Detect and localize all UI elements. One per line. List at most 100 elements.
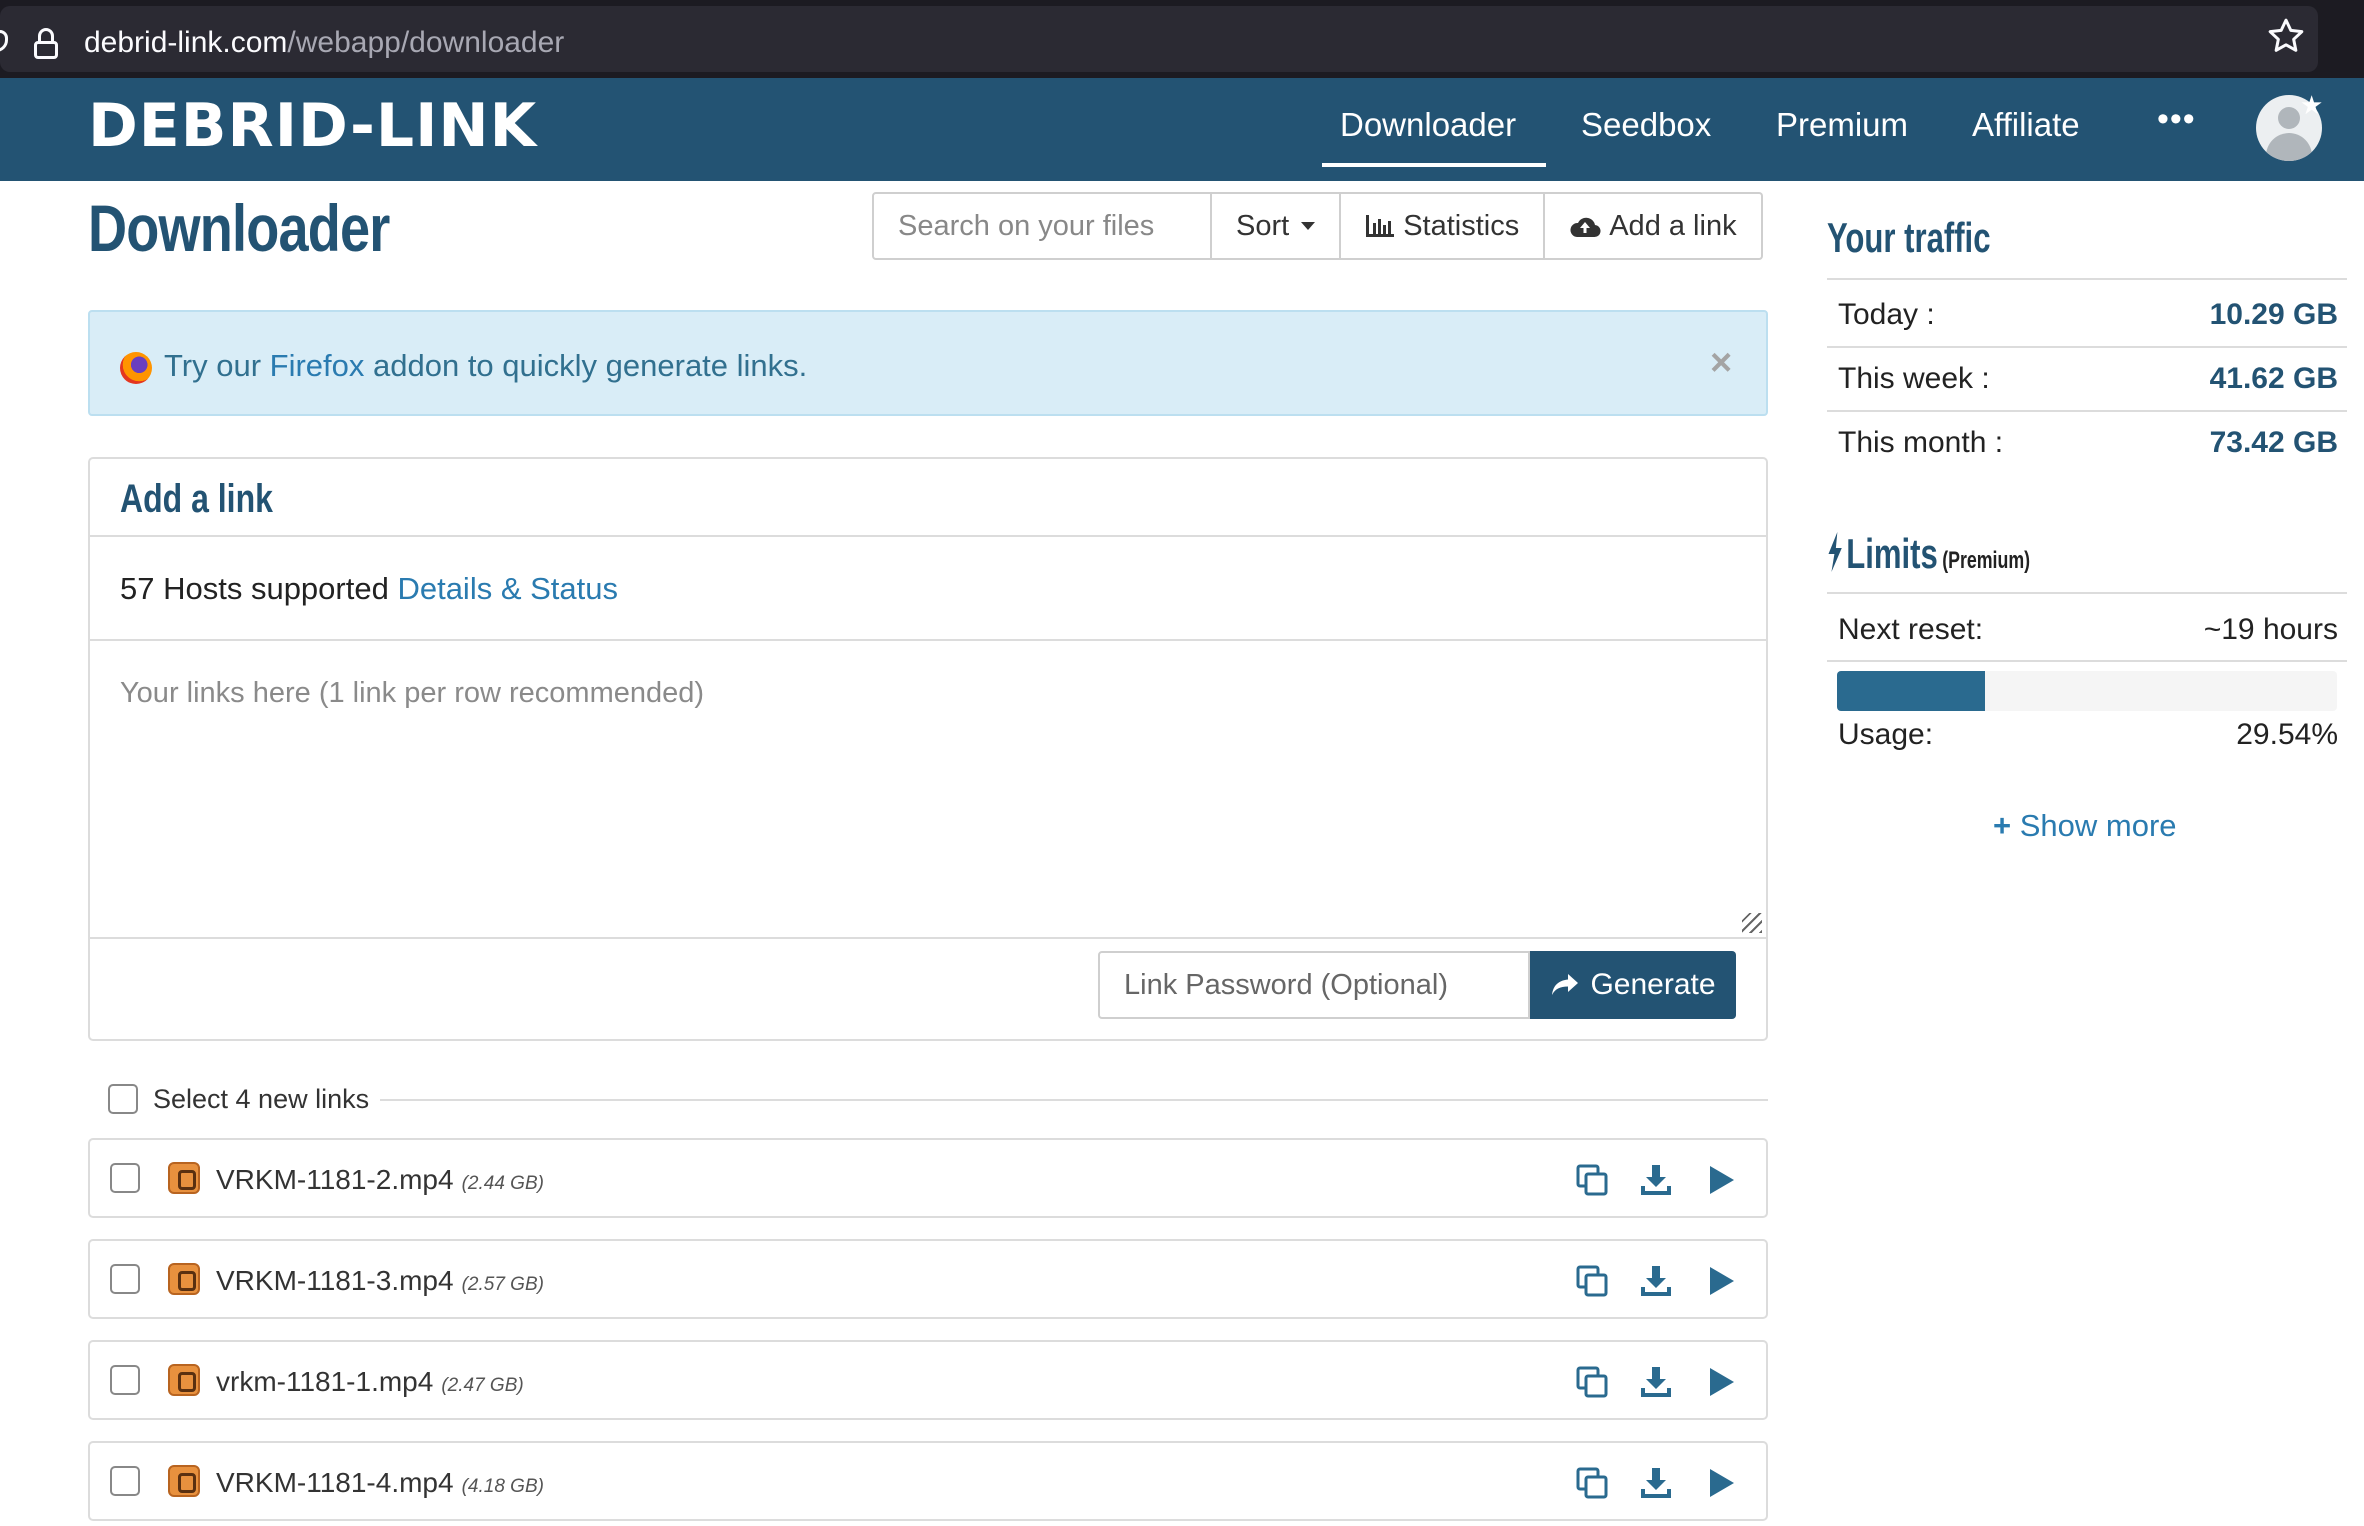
url-path: /webapp/downloader (287, 26, 565, 59)
traffic-week-value: 41.62 GB (2209, 362, 2338, 395)
firefox-addon-alert: Try our Firefox addon to quickly generat… (88, 310, 1768, 416)
play-icon[interactable] (1702, 1162, 1738, 1198)
copy-icon[interactable] (1574, 1465, 1610, 1501)
details-status-link[interactable]: Details & Status (397, 571, 618, 606)
divider (1827, 592, 2347, 594)
show-more-label: Show more (2019, 808, 2177, 843)
file-row: vrkm-1181-1.mp4 (2.47 GB) (88, 1340, 1768, 1420)
file-size: (2.44 GB) (461, 1173, 544, 1194)
play-icon[interactable] (1702, 1465, 1738, 1501)
nav-downloader[interactable]: Downloader (1340, 106, 1516, 144)
add-link-panel: Add a link 57 Hosts supported Details & … (88, 457, 1768, 1041)
file-size: (2.57 GB) (461, 1274, 544, 1295)
file-row: VRKM-1181-2.mp4 (2.44 GB) (88, 1138, 1768, 1218)
traffic-title: Your traffic (1827, 214, 1991, 261)
hosts-text: 57 Hosts supported Details & Status (120, 571, 618, 607)
share-arrow-icon (1552, 974, 1579, 995)
file-row: VRKM-1181-4.mp4 (4.18 GB) (88, 1441, 1768, 1521)
play-icon[interactable] (1702, 1364, 1738, 1400)
divider (1827, 410, 2347, 412)
close-icon[interactable]: × (1710, 342, 1732, 385)
bookmark-star-icon[interactable] (2266, 16, 2306, 56)
statistics-button[interactable]: Statistics (1341, 192, 1546, 260)
sort-button[interactable]: Sort (1212, 192, 1342, 260)
file-checkbox[interactable] (110, 1264, 140, 1294)
traffic-month-label: This month : (1838, 426, 2004, 459)
usage-value: 29.54% (2236, 718, 2338, 751)
limits-title: Limits (Premium) (1827, 530, 2030, 578)
firefox-link[interactable]: Firefox (270, 348, 365, 383)
copy-icon[interactable] (1574, 1263, 1610, 1299)
search-input[interactable] (872, 192, 1212, 260)
downloader-toolbar: Sort Statistics Add a link (872, 192, 1763, 260)
premium-star-icon: ★ (2300, 90, 2324, 120)
url-text[interactable]: debrid-link.com/webapp/downloader (84, 26, 564, 60)
file-host-icon (168, 1263, 200, 1295)
alert-text-after: addon to quickly generate links. (364, 348, 808, 383)
download-icon[interactable] (1638, 1364, 1674, 1400)
page-title: Downloader (88, 191, 390, 265)
next-reset-label: Next reset: (1838, 613, 1984, 646)
select-all-checkbox[interactable] (108, 1084, 138, 1114)
download-icon[interactable] (1638, 1162, 1674, 1198)
file-name-text: VRKM-1181-2.mp4 (216, 1164, 454, 1195)
file-name-text: vrkm-1181-1.mp4 (216, 1366, 434, 1397)
usage-progress-fill (1837, 671, 1985, 711)
file-name[interactable]: VRKM-1181-3.mp4 (2.57 GB) (216, 1265, 544, 1297)
generate-button[interactable]: Generate (1530, 951, 1736, 1019)
browser-toolbar: debrid-link.com/webapp/downloader (0, 0, 2364, 78)
lock-icon[interactable] (34, 28, 58, 60)
file-name-text: VRKM-1181-3.mp4 (216, 1265, 454, 1296)
download-icon[interactable] (1638, 1263, 1674, 1299)
url-domain: debrid-link.com (84, 26, 288, 59)
alert-text-before: Try our (164, 348, 270, 383)
file-checkbox[interactable] (110, 1365, 140, 1395)
nav-premium[interactable]: Premium (1776, 106, 1908, 144)
cloud-upload-icon (1570, 217, 1601, 238)
lightning-icon (1828, 532, 1842, 572)
file-name[interactable]: VRKM-1181-2.mp4 (2.44 GB) (216, 1164, 544, 1196)
resize-handle[interactable] (1742, 913, 1762, 933)
nav-affiliate[interactable]: Affiliate (1972, 106, 2080, 144)
file-checkbox[interactable] (110, 1466, 140, 1496)
more-menu-icon[interactable]: ••• (2157, 100, 2196, 139)
divider (1827, 346, 2347, 348)
hosts-row: 57 Hosts supported Details & Status (90, 537, 1766, 641)
address-bar[interactable]: debrid-link.com/webapp/downloader (0, 6, 2318, 72)
link-password-input[interactable] (1098, 951, 1530, 1019)
divider (1827, 660, 2347, 662)
file-name[interactable]: vrkm-1181-1.mp4 (2.47 GB) (216, 1366, 524, 1398)
links-textarea[interactable] (90, 641, 1766, 937)
add-link-button[interactable]: Add a link (1545, 192, 1763, 260)
select-all-label[interactable]: Select 4 new links (153, 1084, 369, 1115)
file-host-icon (168, 1162, 200, 1194)
show-more-link[interactable]: + Show more (1993, 808, 2177, 844)
file-name-text: VRKM-1181-4.mp4 (216, 1467, 454, 1498)
nav-active-indicator (1322, 163, 1546, 167)
select-all-row: Select 4 new links (108, 1082, 1768, 1118)
divider (380, 1099, 1768, 1101)
traffic-month-value: 73.42 GB (2209, 426, 2338, 459)
sort-label: Sort (1236, 209, 1290, 242)
panel-title: Add a link (120, 477, 273, 521)
limits-title-text: Limits (1846, 530, 1938, 577)
usage-progress-bar (1837, 671, 2337, 711)
copy-icon[interactable] (1574, 1364, 1610, 1400)
file-host-icon (168, 1364, 200, 1396)
alert-text: Try our Firefox addon to quickly generat… (164, 348, 807, 384)
site-header: DEBRID-LINK Downloader Seedbox Premium A… (0, 78, 2364, 181)
caret-down-icon (1301, 222, 1316, 230)
limits-subtitle: (Premium) (1942, 547, 2031, 574)
file-row: VRKM-1181-3.mp4 (2.57 GB) (88, 1239, 1768, 1319)
shield-icon[interactable] (0, 30, 8, 52)
file-host-icon (168, 1465, 200, 1497)
site-logo[interactable]: DEBRID-LINK (88, 96, 537, 156)
panel-heading: Add a link (90, 459, 1766, 537)
download-icon[interactable] (1638, 1465, 1674, 1501)
nav-seedbox[interactable]: Seedbox (1581, 106, 1711, 144)
play-icon[interactable] (1702, 1263, 1738, 1299)
copy-icon[interactable] (1574, 1162, 1610, 1198)
file-name[interactable]: VRKM-1181-4.mp4 (4.18 GB) (216, 1467, 544, 1499)
file-checkbox[interactable] (110, 1163, 140, 1193)
bar-chart-icon (1366, 215, 1395, 237)
